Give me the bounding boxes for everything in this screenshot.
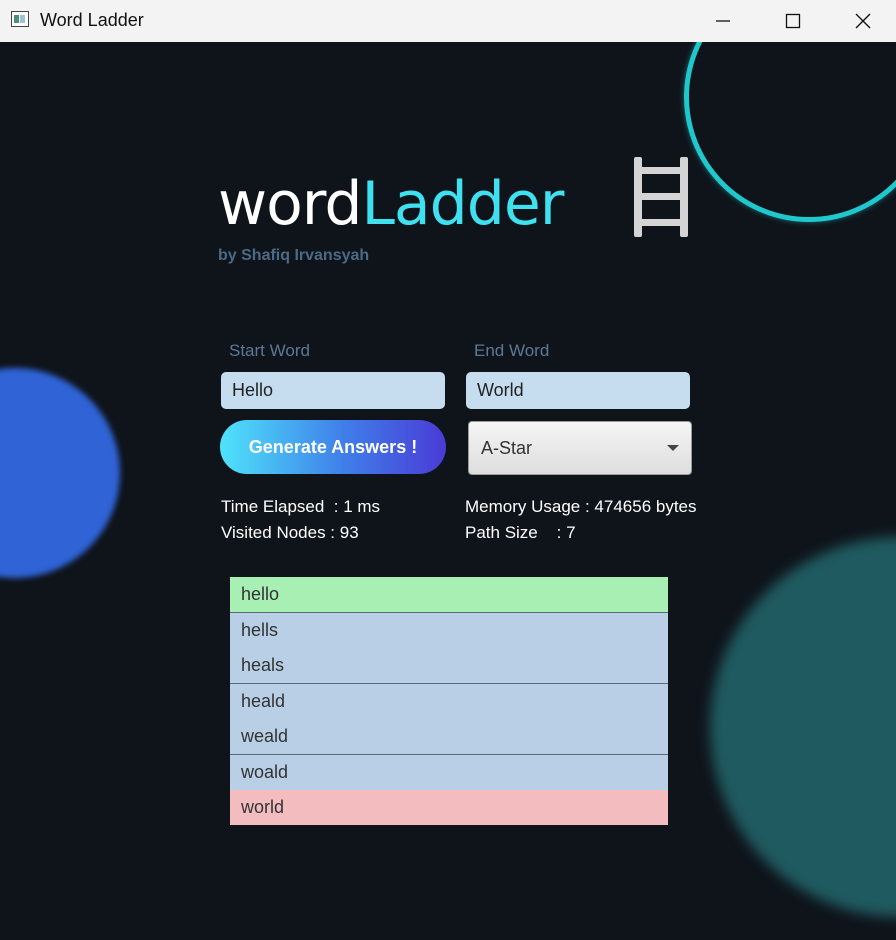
decorative-blue-circle bbox=[0, 368, 120, 578]
window-title: Word Ladder bbox=[40, 10, 144, 30]
minimize-icon bbox=[716, 20, 730, 22]
chevron-down-icon bbox=[667, 445, 679, 451]
memory-usage-text: Memory Usage : 474656 bytes bbox=[465, 497, 697, 516]
close-button[interactable] bbox=[828, 0, 896, 42]
list-item-start[interactable]: hello bbox=[230, 577, 668, 612]
list-item[interactable]: heals bbox=[230, 648, 668, 683]
byline: by Shafiq Irvansyah bbox=[218, 247, 370, 264]
generate-answers-label: Generate Answers ! bbox=[248, 436, 418, 457]
start-word-input[interactable]: Hello bbox=[221, 372, 445, 409]
list-item-end[interactable]: world bbox=[230, 790, 668, 825]
minimize-button[interactable] bbox=[688, 0, 758, 42]
algorithm-selected-value: A-Star bbox=[481, 438, 533, 458]
app-logo: wordLadder bbox=[218, 164, 564, 244]
maximize-icon bbox=[785, 13, 801, 29]
time-elapsed-text: Time Elapsed : 1 ms bbox=[221, 497, 381, 516]
decorative-teal-circle bbox=[710, 537, 896, 917]
end-word-input[interactable]: World bbox=[466, 372, 690, 409]
ladder-icon bbox=[634, 157, 688, 237]
decorative-ring bbox=[684, 42, 896, 222]
list-item[interactable]: woald bbox=[230, 755, 668, 790]
result-path-list[interactable]: hello hells heals heald weald woald worl… bbox=[230, 577, 668, 825]
logo-ladder: Ladder bbox=[361, 169, 564, 239]
close-icon bbox=[855, 13, 871, 29]
algorithm-select[interactable]: A-Star bbox=[468, 421, 692, 475]
main-canvas: wordLadder by Shafiq Irvansyah Start Wor… bbox=[0, 42, 896, 940]
start-word-label: Start Word bbox=[229, 341, 310, 360]
visited-nodes-text: Visited Nodes : 93 bbox=[221, 523, 359, 542]
list-item[interactable]: hells bbox=[230, 613, 668, 648]
list-item[interactable]: heald bbox=[230, 684, 668, 719]
maximize-button[interactable] bbox=[758, 0, 828, 42]
title-bar: Word Ladder bbox=[0, 0, 896, 43]
generate-answers-button[interactable]: Generate Answers ! bbox=[220, 420, 446, 474]
list-item[interactable]: weald bbox=[230, 719, 668, 754]
end-word-label: End Word bbox=[474, 341, 550, 360]
window-app-icon bbox=[11, 11, 29, 27]
path-size-text: Path Size : 7 bbox=[465, 523, 576, 542]
logo-word: word bbox=[218, 169, 362, 239]
